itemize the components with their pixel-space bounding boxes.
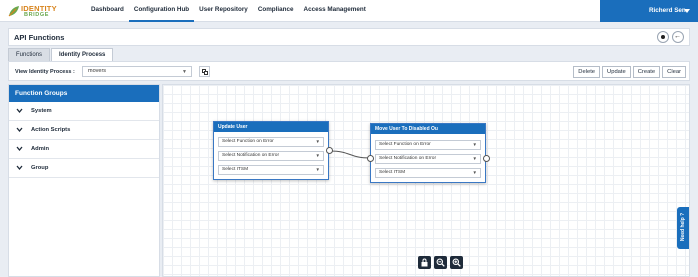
nav-user-repository[interactable]: User Repository — [194, 0, 253, 22]
select-placeholder: Select Function on Error — [222, 139, 274, 144]
group-label: System — [31, 108, 52, 114]
record-dot — [661, 35, 665, 39]
toolbar-actions: Delete Update Create Clear — [571, 66, 686, 78]
record-icon[interactable] — [657, 31, 669, 43]
chevron-down-icon: ▼ — [315, 153, 320, 158]
group-label: Group — [31, 165, 49, 171]
nav-access-management[interactable]: Access Management — [299, 0, 371, 22]
node-title: Move User To Disabled Ou — [371, 124, 485, 134]
select-placeholder: Select ITSM — [379, 170, 406, 175]
nav-configuration-hub[interactable]: Configuration Hub — [128, 0, 195, 22]
process-node-update-user[interactable]: Update User Select Function on Error ▼ Se… — [213, 121, 329, 180]
chevron-down-icon: ▼ — [315, 139, 320, 144]
delete-button[interactable]: Delete — [573, 66, 601, 78]
input-port[interactable] — [367, 155, 374, 162]
main-nav: Dashboard Configuration Hub User Reposit… — [86, 0, 371, 22]
chevron-down-icon — [16, 165, 23, 171]
nav-compliance[interactable]: Compliance — [253, 0, 299, 22]
process-toolbar: View Identity Process : movers ▼ Delete … — [8, 61, 690, 81]
function-groups-panel: Function Groups System Action Scripts Ad… — [8, 84, 160, 277]
chevron-down-icon: ▼ — [315, 167, 320, 172]
chevron-down-icon: ▼ — [182, 69, 187, 75]
chevron-down-icon — [684, 9, 690, 13]
select-placeholder: Select Function on Error — [379, 142, 431, 147]
need-help-tab[interactable]: Need help ? — [677, 207, 689, 249]
tab-functions[interactable]: Functions — [8, 48, 51, 61]
group-item-action-scripts[interactable]: Action Scripts — [9, 121, 159, 140]
notification-on-error-select[interactable]: Select Notification on Error ▼ — [375, 154, 481, 164]
function-on-error-select[interactable]: Select Function on Error ▼ — [218, 137, 324, 147]
copy-icon[interactable] — [199, 66, 210, 77]
create-button[interactable]: Create — [632, 66, 661, 78]
canvas-zoom-controls — [418, 256, 466, 269]
select-placeholder: Select Notification on Error — [222, 153, 280, 158]
user-menu[interactable]: Richerd Sen — [600, 0, 698, 22]
top-navbar: IDENTITY BRIDGE Dashboard Configuration … — [0, 0, 698, 22]
need-help-label: Need help ? — [680, 212, 686, 242]
output-port[interactable] — [483, 155, 490, 162]
itsm-select[interactable]: Select ITSM ▼ — [218, 165, 324, 175]
identity-process-select[interactable]: movers ▼ — [82, 66, 192, 77]
user-name: Richerd Sen — [649, 7, 686, 14]
group-item-system[interactable]: System — [9, 102, 159, 121]
page-header: API Functions ← — [8, 28, 690, 46]
select-placeholder: Select Notification on Error — [379, 156, 437, 161]
group-label: Action Scripts — [31, 127, 71, 133]
lock-icon[interactable] — [418, 256, 431, 269]
output-port[interactable] — [326, 147, 333, 154]
back-arrow-glyph: ← — [674, 33, 681, 40]
logo-leaf-icon — [8, 6, 19, 17]
chevron-down-icon — [16, 108, 23, 114]
notification-on-error-select[interactable]: Select Notification on Error ▼ — [218, 151, 324, 161]
process-canvas[interactable]: Update User Select Function on Error ▼ Se… — [162, 84, 690, 277]
function-on-error-select[interactable]: Select Function on Error ▼ — [375, 140, 481, 150]
identity-bridge-logo[interactable]: IDENTITY BRIDGE — [8, 3, 68, 19]
function-groups-title: Function Groups — [9, 85, 159, 102]
clear-button[interactable]: Clear — [662, 66, 686, 78]
nav-dashboard[interactable]: Dashboard — [86, 0, 129, 22]
chevron-down-icon: ▼ — [472, 142, 477, 147]
update-button[interactable]: Update — [602, 66, 631, 78]
identity-process-value: movers — [88, 68, 107, 74]
chevron-down-icon — [16, 146, 23, 152]
back-arrow-icon[interactable]: ← — [672, 31, 684, 43]
chevron-down-icon — [16, 127, 23, 133]
zoom-out-icon[interactable] — [434, 256, 447, 269]
tab-bar: Functions Identity Process — [8, 48, 114, 61]
view-identity-process-label: View Identity Process : — [15, 69, 75, 75]
chevron-down-icon: ▼ — [472, 156, 477, 161]
node-title: Update User — [214, 122, 328, 132]
group-item-admin[interactable]: Admin — [9, 140, 159, 159]
logo-text-bridge: BRIDGE — [24, 12, 49, 18]
tab-identity-process[interactable]: Identity Process — [51, 48, 114, 61]
select-placeholder: Select ITSM — [222, 167, 249, 172]
zoom-in-icon[interactable] — [450, 256, 463, 269]
page-title: API Functions — [14, 33, 65, 42]
group-label: Admin — [31, 146, 50, 152]
group-item-group[interactable]: Group — [9, 159, 159, 178]
itsm-select[interactable]: Select ITSM ▼ — [375, 168, 481, 178]
process-node-move-user-to-disabled-ou[interactable]: Move User To Disabled Ou Select Function… — [370, 123, 486, 183]
chevron-down-icon: ▼ — [472, 170, 477, 175]
